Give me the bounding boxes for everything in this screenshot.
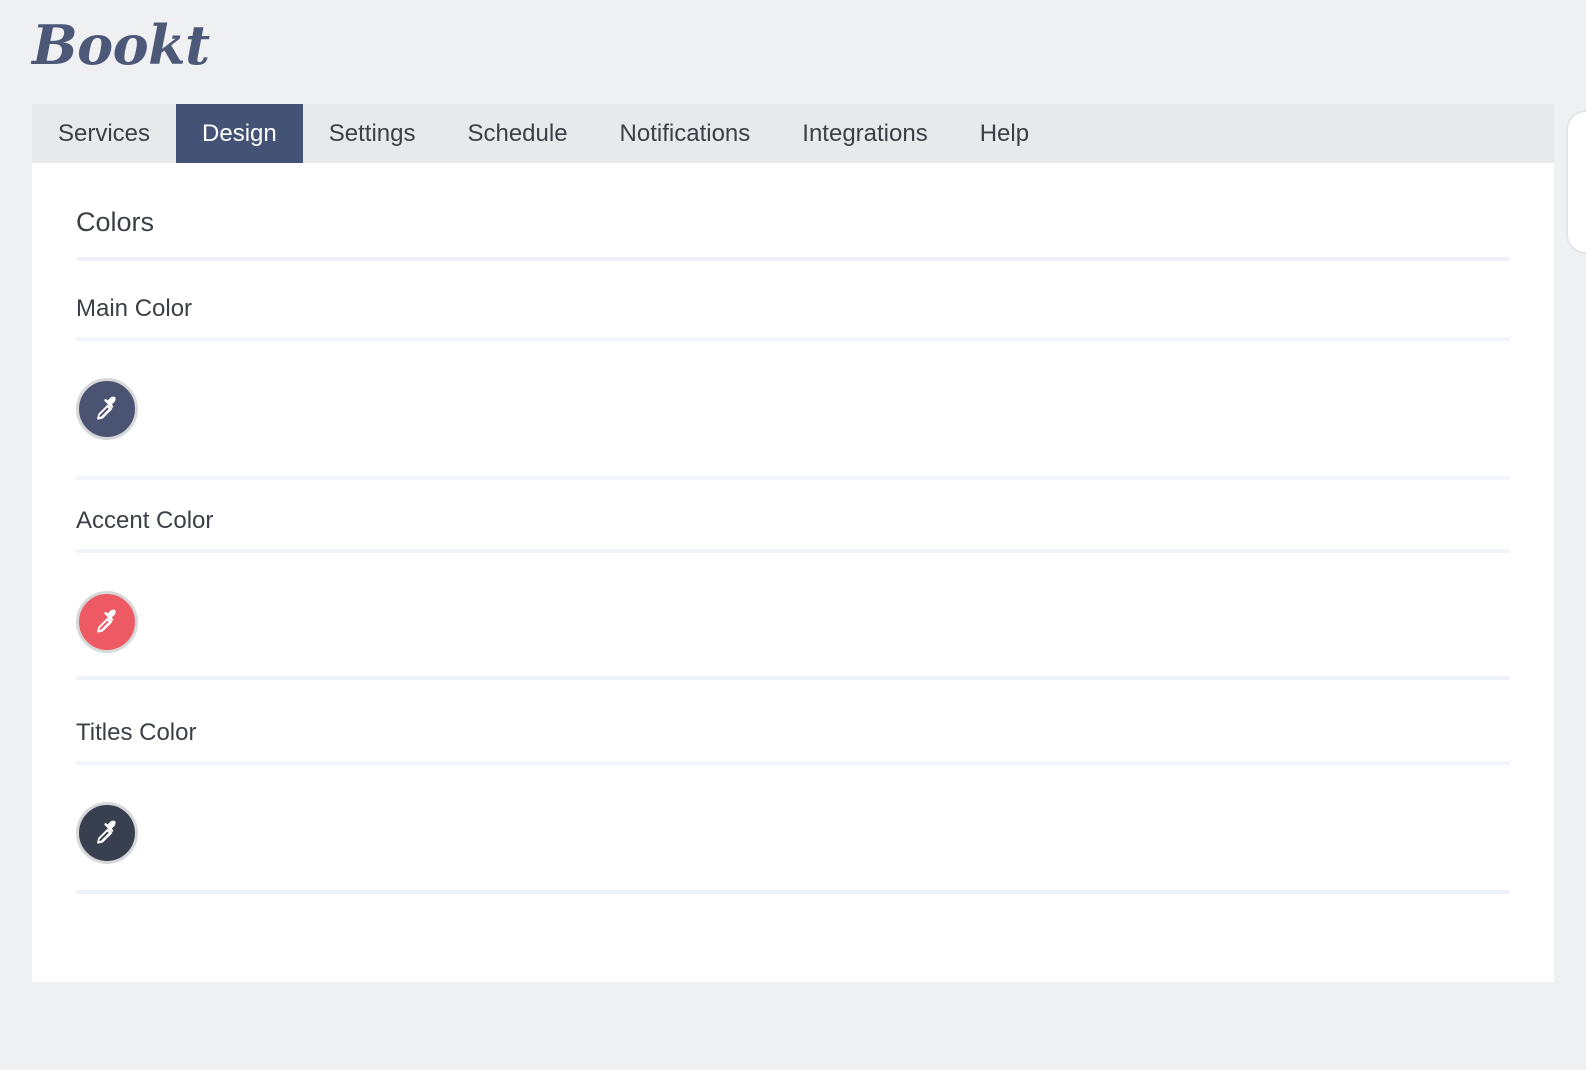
page-title: Colors [76,207,155,237]
tab-services[interactable]: Services [32,104,176,163]
field-divider [76,549,1510,553]
field-divider [76,337,1510,341]
main-color-label: Main Color [76,295,193,322]
right-gutter [1554,163,1566,982]
section-divider [76,257,1510,261]
tab-label: Schedule [467,119,568,147]
tab-label: Notifications [619,119,751,147]
tab-label: Help [979,119,1030,147]
main-tab-bar: Services Design Settings Schedule Notifi… [32,104,1554,163]
offscreen-side-panel[interactable] [1566,110,1586,254]
main-color-picker-button[interactable] [76,378,138,440]
tab-integrations[interactable]: Integrations [776,104,953,163]
field-divider [76,676,1510,680]
tab-label: Settings [328,119,416,147]
tab-label: Services [58,119,151,147]
accent-color-label: Accent Color [76,507,214,534]
tab-notifications[interactable]: Notifications [594,104,777,163]
field-divider [76,890,1510,894]
brand-logo: Bookt [32,13,210,77]
field-divider [76,476,1510,480]
field-divider [76,761,1510,765]
design-settings-panel: Colors Main Color Accent Color Titles Co… [32,163,1554,982]
eyedropper-icon [97,609,116,633]
accent-color-picker-button[interactable] [76,591,138,653]
tab-settings[interactable]: Settings [303,104,442,163]
tab-help[interactable]: Help [954,104,1055,163]
titles-color-label: Titles Color [76,719,197,746]
tab-label: Design [202,119,277,147]
eyedropper-icon [97,820,116,844]
tab-label: Integrations [802,119,928,147]
eyedropper-icon [97,396,116,420]
tab-design[interactable]: Design [176,104,303,163]
tab-schedule[interactable]: Schedule [441,104,593,163]
titles-color-picker-button[interactable] [76,802,138,864]
